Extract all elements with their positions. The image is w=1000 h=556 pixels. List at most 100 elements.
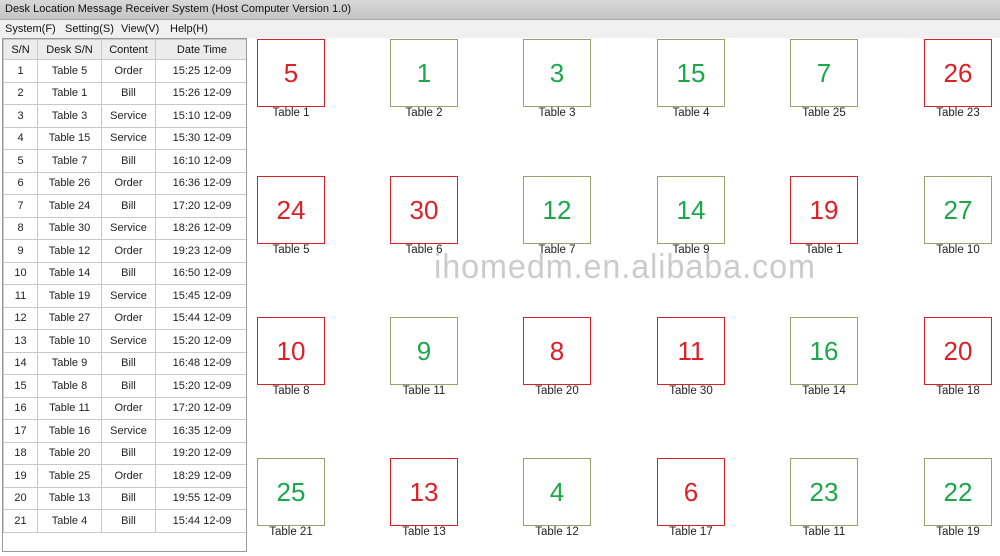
desk-number-box[interactable]: 1: [390, 39, 458, 107]
table-row[interactable]: 5 Table 7 Bill 16:10 12-09: [3, 149, 246, 173]
desk-number-box[interactable]: 11: [657, 317, 725, 385]
desk-tile[interactable]: 3 Table 3: [523, 39, 591, 119]
desk-number-box[interactable]: 7: [790, 39, 858, 107]
desk-number-box[interactable]: 14: [657, 176, 725, 244]
desk-tile[interactable]: 20 Table 18: [924, 317, 992, 397]
menu-bar: System(F) Setting(S) View(V) Help(H): [0, 20, 1000, 38]
cell-desk-sn: Table 3: [37, 104, 102, 128]
desk-number-box[interactable]: 10: [257, 317, 325, 385]
table-row[interactable]: 10 Table 14 Bill 16:50 12-09: [3, 261, 246, 285]
desk-number-box[interactable]: 22: [924, 458, 992, 526]
table-row[interactable]: 7 Table 24 Bill 17:20 12-09: [3, 194, 246, 218]
desk-number-box[interactable]: 23: [790, 458, 858, 526]
cell-content: Service: [101, 419, 156, 443]
desk-table-label: Table 8: [272, 385, 310, 397]
desk-number-box[interactable]: 16: [790, 317, 858, 385]
cell-sn: 16: [3, 396, 38, 420]
desk-table-label: Table 25: [802, 107, 846, 119]
cell-sn: 8: [3, 216, 38, 240]
cell-desk-sn: Table 4: [37, 509, 102, 533]
desk-tile[interactable]: 27 Table 10: [924, 176, 992, 256]
table-row[interactable]: 11 Table 19 Service 15:45 12-09: [3, 284, 246, 308]
table-row[interactable]: 4 Table 15 Service 15:30 12-09: [3, 126, 246, 150]
desk-tile[interactable]: 26 Table 23: [924, 39, 992, 119]
desk-tile[interactable]: 16 Table 14: [790, 317, 858, 397]
desk-number-box[interactable]: 9: [390, 317, 458, 385]
desk-tile[interactable]: 10 Table 8: [257, 317, 325, 397]
desk-number-box[interactable]: 30: [390, 176, 458, 244]
desk-tile[interactable]: 13 Table 13: [390, 458, 458, 538]
desk-tile[interactable]: 9 Table 11: [390, 317, 458, 397]
table-row[interactable]: 1 Table 5 Order 15:25 12-09: [3, 59, 246, 83]
menu-view[interactable]: View(V): [121, 23, 159, 35]
table-row[interactable]: 17 Table 16 Service 16:35 12-09: [3, 419, 246, 443]
desk-table-label: Table 5: [272, 244, 310, 256]
cell-desk-sn: Table 1: [37, 81, 102, 105]
table-row[interactable]: 21 Table 4 Bill 15:44 12-09: [3, 509, 246, 533]
message-log-table: S/N Desk S/N Content Date Time 1 Table 5O…: [3, 39, 246, 533]
desk-tile[interactable]: 15 Table 4: [657, 39, 725, 119]
cell-date-time: 15:44 12-09: [155, 509, 246, 533]
table-row[interactable]: 16 Table 11 Order 17:20 12-09: [3, 396, 246, 420]
desk-number-box[interactable]: 6: [657, 458, 725, 526]
column-header-date-time[interactable]: Date Time: [155, 39, 246, 60]
table-row[interactable]: 15 Table 8 Bill 15:20 12-09: [3, 374, 246, 398]
cell-date-time: 16:50 12-09: [155, 261, 246, 285]
desk-number-box[interactable]: 12: [523, 176, 591, 244]
desk-status-board: ihomedm.en.alibaba.com 5 Table 1 1 Table 23…: [250, 38, 1000, 556]
desk-tile[interactable]: 23 Table 11: [790, 458, 858, 538]
desk-tile[interactable]: 22 Table 19: [924, 458, 992, 538]
menu-system[interactable]: System(F): [5, 23, 56, 35]
table-row[interactable]: 20 Table 13 Bill 19:55 12-09: [3, 486, 246, 510]
desk-number-box[interactable]: 20: [924, 317, 992, 385]
cell-sn: 1: [3, 59, 38, 83]
cell-content: Bill: [101, 261, 156, 285]
desk-tile[interactable]: 4 Table 12: [523, 458, 591, 538]
desk-tile[interactable]: 30 Table 6: [390, 176, 458, 256]
desk-tile[interactable]: 12 Table 7: [523, 176, 591, 256]
table-row[interactable]: 12 Table 27 Order 15:44 12-09: [3, 306, 246, 330]
table-row[interactable]: 8 Table 30 Service 18:26 12-09: [3, 216, 246, 240]
desk-tile[interactable]: 6 Table 17: [657, 458, 725, 538]
desk-number-box[interactable]: 26: [924, 39, 992, 107]
desk-tile[interactable]: 8 Table 20: [523, 317, 591, 397]
desk-number-box[interactable]: 4: [523, 458, 591, 526]
desk-number-box[interactable]: 13: [390, 458, 458, 526]
menu-help[interactable]: Help(H): [170, 23, 208, 35]
desk-number-box[interactable]: 3: [523, 39, 591, 107]
desk-number-box[interactable]: 5: [257, 39, 325, 107]
desk-tile[interactable]: 11 Table 30: [657, 317, 725, 397]
desk-tile[interactable]: 5 Table 1: [257, 39, 325, 119]
desk-tile[interactable]: 19 Table 1: [790, 176, 858, 256]
cell-sn: 6: [3, 171, 38, 195]
column-header-sn[interactable]: S/N: [3, 39, 38, 60]
desk-tile[interactable]: 24 Table 5: [257, 176, 325, 256]
cell-desk-sn: Table 5: [37, 59, 102, 83]
desk-number-box[interactable]: 19: [790, 176, 858, 244]
desk-tile[interactable]: 25 Table 21: [257, 458, 325, 538]
desk-number-box[interactable]: 25: [257, 458, 325, 526]
table-row[interactable]: 19 Table 25 Order 18:29 12-09: [3, 464, 246, 488]
menu-setting[interactable]: Setting(S): [65, 23, 114, 35]
desk-tile[interactable]: 7 Table 25: [790, 39, 858, 119]
table-row[interactable]: 3 Table 3 Service 15:10 12-09: [3, 104, 246, 128]
cell-desk-sn: Table 14: [37, 261, 102, 285]
column-header-content[interactable]: Content: [101, 39, 156, 60]
table-row[interactable]: 9 Table 12 Order 19:23 12-09: [3, 239, 246, 263]
desk-table-label: Table 19: [936, 526, 980, 538]
desk-number-box[interactable]: 15: [657, 39, 725, 107]
table-row[interactable]: 13 Table 10 Service 15:20 12-09: [3, 329, 246, 353]
desk-tile[interactable]: 1 Table 2: [390, 39, 458, 119]
cell-desk-sn: Table 9: [37, 351, 102, 375]
cell-date-time: 19:20 12-09: [155, 441, 246, 465]
desk-number-box[interactable]: 27: [924, 176, 992, 244]
column-header-desk-sn[interactable]: Desk S/N: [37, 39, 102, 60]
table-row[interactable]: 18 Table 20 Bill 19:20 12-09: [3, 441, 246, 465]
table-row[interactable]: 6 Table 26 Order 16:36 12-09: [3, 171, 246, 195]
desk-number-box[interactable]: 24: [257, 176, 325, 244]
table-row[interactable]: 14 Table 9 Bill 16:48 12-09: [3, 351, 246, 375]
cell-date-time: 19:23 12-09: [155, 239, 246, 263]
table-row[interactable]: 2 Table 1 Bill 15:26 12-09: [3, 81, 246, 105]
desk-tile[interactable]: 14 Table 9: [657, 176, 725, 256]
desk-number-box[interactable]: 8: [523, 317, 591, 385]
